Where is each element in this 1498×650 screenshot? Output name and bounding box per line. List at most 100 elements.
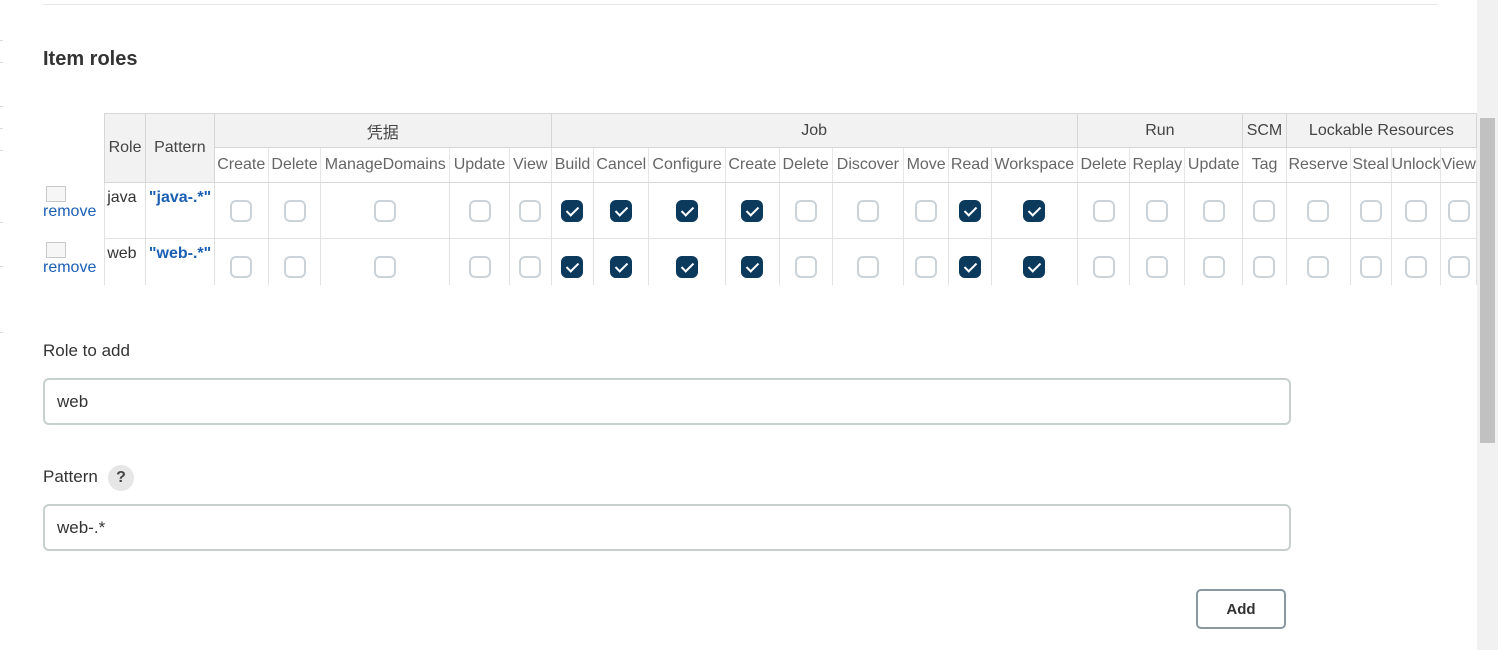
permission-group-header: Job xyxy=(550,113,1078,148)
permission-checkbox[interactable] xyxy=(1307,255,1330,278)
remove-role-link[interactable]: remove xyxy=(43,241,104,278)
permission-checkbox[interactable] xyxy=(1146,255,1169,278)
permission-column-header: Replay xyxy=(1129,147,1186,183)
role-column-header: Role xyxy=(104,113,146,183)
permission-column-header: Create xyxy=(724,147,780,183)
permission-checkbox-checked[interactable] xyxy=(958,199,981,222)
permission-checkbox[interactable] xyxy=(230,255,253,278)
permission-cell xyxy=(508,238,552,285)
pattern-column-header: Pattern xyxy=(144,113,215,183)
permission-cell xyxy=(648,182,726,239)
permission-cell xyxy=(831,182,905,239)
permission-checkbox[interactable] xyxy=(1253,255,1276,278)
permission-column-header: Create xyxy=(213,147,269,183)
permission-checkbox[interactable] xyxy=(856,255,879,278)
permission-cell xyxy=(724,182,780,239)
permission-column-header: View xyxy=(508,147,552,183)
permission-checkbox-checked[interactable] xyxy=(676,255,699,278)
permission-column-header: Cancel xyxy=(593,147,650,183)
permission-checkbox[interactable] xyxy=(1447,199,1470,222)
permission-checkbox[interactable] xyxy=(1202,255,1225,278)
permission-checkbox[interactable] xyxy=(1092,255,1115,278)
permission-cell xyxy=(550,182,595,239)
permission-cell xyxy=(1242,238,1287,285)
permission-cell xyxy=(903,182,950,239)
section-divider xyxy=(43,4,1438,5)
permission-checkbox[interactable] xyxy=(1092,199,1115,222)
permission-checkbox[interactable] xyxy=(915,255,938,278)
permission-checkbox-checked[interactable] xyxy=(610,255,633,278)
permission-cell xyxy=(593,182,650,239)
item-roles-table: Role Pattern 凭据 Job Run SCM Lockable Resourc… xyxy=(43,113,1477,285)
permission-column-header: Configure xyxy=(648,147,726,183)
permission-cell xyxy=(1390,182,1442,239)
permission-header-row: Create Delete ManageDomains Update View Build… xyxy=(43,147,1477,183)
permission-column-header: Unlock xyxy=(1390,147,1442,183)
permission-checkbox[interactable] xyxy=(374,199,397,222)
permission-cell xyxy=(593,238,650,285)
permission-checkbox-checked[interactable] xyxy=(561,255,584,278)
permission-checkbox[interactable] xyxy=(1146,199,1169,222)
permission-column-header: Update xyxy=(1184,147,1244,183)
permission-cell xyxy=(948,182,992,239)
permission-checkbox[interactable] xyxy=(374,255,397,278)
add-role-button[interactable]: Add xyxy=(1196,589,1286,629)
remove-cell: remove xyxy=(43,239,105,286)
permission-checkbox-checked[interactable] xyxy=(676,199,699,222)
permission-cell xyxy=(508,182,552,239)
permission-checkbox[interactable] xyxy=(794,255,817,278)
permission-cell xyxy=(1076,182,1131,239)
permission-checkbox[interactable] xyxy=(468,255,491,278)
pattern-help-icon[interactable]: ? xyxy=(108,465,134,491)
permission-checkbox-checked[interactable] xyxy=(1023,255,1046,278)
permission-cell xyxy=(724,238,780,285)
role-to-add-input[interactable] xyxy=(43,378,1291,425)
permission-checkbox[interactable] xyxy=(1405,199,1427,222)
permission-checkbox[interactable] xyxy=(1307,199,1330,222)
permission-checkbox[interactable] xyxy=(856,199,879,222)
permission-checkbox[interactable] xyxy=(1359,199,1382,222)
permission-checkbox[interactable] xyxy=(1202,199,1225,222)
permission-checkbox[interactable] xyxy=(1447,255,1470,278)
permission-checkbox-checked[interactable] xyxy=(958,255,981,278)
permission-cell xyxy=(903,238,950,285)
remove-role-link[interactable]: remove xyxy=(43,185,104,222)
permission-cell xyxy=(1349,238,1392,285)
permission-cell xyxy=(320,238,451,285)
permission-checkbox[interactable] xyxy=(468,199,491,222)
permission-cell xyxy=(990,182,1078,239)
permission-column-header: Delete xyxy=(267,147,322,183)
permission-column-header: Build xyxy=(550,147,595,183)
permission-group-header: Lockable Resources xyxy=(1285,113,1477,148)
permission-checkbox[interactable] xyxy=(230,199,253,222)
broken-image-icon xyxy=(46,241,66,258)
scrollbar-thumb[interactable] xyxy=(1480,118,1495,443)
permission-cell xyxy=(948,238,992,285)
permission-cell xyxy=(1349,182,1392,239)
permission-checkbox-checked[interactable] xyxy=(610,199,633,222)
permission-checkbox[interactable] xyxy=(794,199,817,222)
permission-checkbox-checked[interactable] xyxy=(561,199,584,222)
permission-checkbox[interactable] xyxy=(283,199,306,222)
permission-checkbox[interactable] xyxy=(1405,255,1427,278)
permission-cell xyxy=(213,182,269,239)
permission-cell xyxy=(1285,238,1351,285)
permission-column-header: Read xyxy=(948,147,992,183)
permission-checkbox[interactable] xyxy=(283,255,306,278)
permission-checkbox-checked[interactable] xyxy=(1023,199,1046,222)
permission-checkbox[interactable] xyxy=(1253,199,1276,222)
permission-checkbox[interactable] xyxy=(915,199,938,222)
remove-alt-text: remove xyxy=(43,202,97,220)
permission-checkbox[interactable] xyxy=(1359,255,1382,278)
permission-column-header: Reserve xyxy=(1285,147,1351,183)
pattern-label: Pattern xyxy=(43,467,98,486)
permission-checkbox[interactable] xyxy=(519,199,542,222)
permission-checkbox[interactable] xyxy=(519,255,542,278)
role-pattern-cell: "java-.*" xyxy=(144,182,215,239)
remove-column-header xyxy=(43,113,105,183)
permission-column-header: ManageDomains xyxy=(320,147,451,183)
permission-cell xyxy=(1242,182,1287,239)
permission-checkbox-checked[interactable] xyxy=(741,199,764,222)
permission-checkbox-checked[interactable] xyxy=(741,255,764,278)
pattern-input[interactable] xyxy=(43,504,1291,551)
